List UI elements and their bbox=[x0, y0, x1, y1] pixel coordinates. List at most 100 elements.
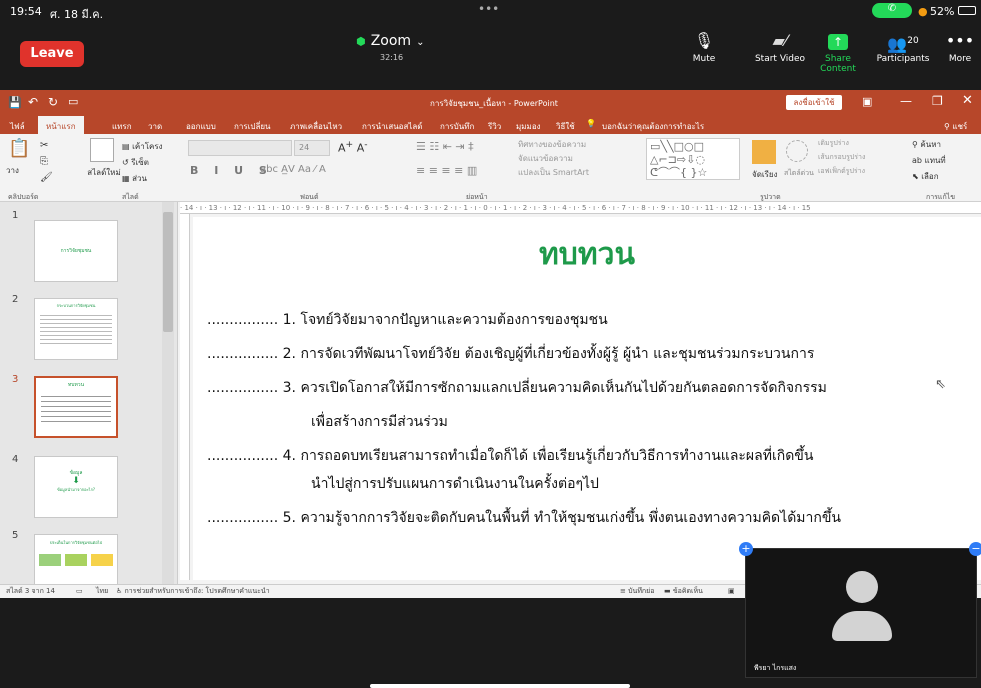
down-arrow-icon: ⬇ bbox=[72, 476, 80, 486]
language-status[interactable]: ไทย bbox=[96, 585, 108, 598]
thumb3-title: ทบทวน bbox=[68, 382, 84, 388]
slide-thumbnail-1[interactable]: การวิจัยชุมชน bbox=[34, 220, 118, 282]
tab-view[interactable]: มุมมอง bbox=[516, 120, 541, 133]
participant-video-tile[interactable]: + − พีรยา ไกรแสง bbox=[739, 542, 981, 678]
more-button[interactable]: ••• More bbox=[940, 28, 980, 64]
quick-styles-icon[interactable] bbox=[786, 140, 808, 162]
slide-canvas[interactable]: ทบทวน ................ 1. โจทย์วิจัยมาจา… bbox=[193, 217, 981, 580]
layout-icon: ▤ bbox=[122, 142, 133, 151]
tab-draw[interactable]: วาด bbox=[148, 120, 162, 133]
align-icons[interactable]: ≡ ≡ ≡ ≡ ▥ bbox=[416, 164, 477, 177]
quick-styles-label[interactable]: สไตล์ด่วน bbox=[784, 168, 814, 179]
thumb-number: 5 bbox=[12, 530, 19, 541]
shape-effects-button[interactable]: เอฟเฟ็กต์รูปร่าง bbox=[818, 166, 865, 177]
share-content-button[interactable]: ↑ Share Content bbox=[806, 28, 870, 74]
replace-button[interactable]: ab แทนที่ bbox=[912, 154, 946, 167]
slide-thumbnail-2[interactable]: กระบวนการวิจัยชุมชน bbox=[34, 298, 118, 360]
mouse-cursor-icon: ⇖ bbox=[935, 377, 946, 392]
window-title: การวิจัยชุมชน_เนื้อหา - PowerPoint bbox=[430, 99, 558, 108]
bullets-icon[interactable]: ☰ ☷ ⇤ ⇥ ‡ bbox=[416, 140, 474, 153]
zoom-title[interactable]: ⬢ Zoom ⌄ bbox=[356, 30, 476, 49]
new-slide-label[interactable]: สไลด์ใหม่ bbox=[84, 166, 124, 179]
normal-view-icon[interactable]: ▣ bbox=[728, 585, 735, 598]
select-button[interactable]: ⬉ เลือก bbox=[912, 170, 939, 183]
powerpoint-window: 💾 ↶ ↻ ▭ การวิจัยชุมชน_เนื้อหา - PowerPoi… bbox=[0, 90, 981, 598]
save-icon[interactable]: 💾 bbox=[8, 96, 22, 109]
format-painter-icon[interactable]: 🖌 bbox=[40, 172, 53, 183]
find-button[interactable]: ⚲ ค้นหา bbox=[912, 138, 941, 151]
sign-in-button[interactable]: ลงชื่อเข้าใช้ bbox=[786, 95, 842, 110]
slide-thumbnail-5[interactable]: ประเด็นในการวิจัยชุมชนต่อไป bbox=[34, 534, 118, 586]
ribbon-home: 📋 วาง ✂ ⎘ 🖌 สไลด์ใหม่ ▤ เค้าโครง ↺ รีเซ็… bbox=[0, 134, 981, 202]
restore-icon[interactable]: ❐ bbox=[932, 94, 943, 108]
tab-transitions[interactable]: การเปลี่ยน bbox=[234, 120, 271, 133]
font-color-icons[interactable]: abc A̲V Aa ⁄ A bbox=[260, 164, 326, 175]
minimize-video-icon[interactable]: − bbox=[969, 542, 981, 556]
more-icon: ••• bbox=[945, 31, 975, 50]
tab-home[interactable]: หน้าแรก bbox=[38, 116, 84, 134]
tab-file[interactable]: ไฟล์ bbox=[10, 120, 25, 133]
new-slide-icon[interactable] bbox=[90, 138, 114, 162]
notes-page-icon[interactable]: ▭ bbox=[76, 585, 83, 598]
dots-icon: ••• bbox=[478, 2, 500, 16]
tab-design[interactable]: ออกแบบ bbox=[186, 120, 216, 133]
tab-insert[interactable]: แทรก bbox=[112, 120, 132, 133]
shapes-gallery[interactable]: ▭╲╲□○□ △⌐⊐⇨⇩◌ ᕦ⌒⌒{ }☆ bbox=[646, 138, 740, 180]
smartart-button[interactable]: แปลงเป็น SmartArt bbox=[518, 166, 589, 179]
leave-button[interactable]: Leave bbox=[20, 41, 84, 67]
cut-icon[interactable]: ✂ bbox=[40, 140, 48, 151]
accessibility-label: การช่วยสำหรับการเข้าถึง: โปรดศึกษาคำแนะน… bbox=[124, 587, 270, 595]
select-label: เลือก bbox=[921, 172, 939, 181]
tell-me-box[interactable]: บอกฉันว่าคุณต้องการทำอะไร bbox=[602, 120, 704, 133]
layout-label: เค้าโครง bbox=[132, 142, 163, 151]
thumb1-text: การวิจัยชุมชน bbox=[60, 248, 92, 254]
section-icon: ▦ bbox=[122, 174, 133, 183]
tab-animations[interactable]: ภาพเคลื่อนไหว bbox=[290, 120, 342, 133]
notes-button[interactable]: ≡ บันทึกย่อ bbox=[620, 585, 654, 598]
tab-record[interactable]: การบันทึก bbox=[440, 120, 474, 133]
layout-button[interactable]: ▤ เค้าโครง bbox=[122, 140, 163, 153]
thumb-scroll-thumb[interactable] bbox=[163, 212, 173, 332]
tab-slideshow[interactable]: การนำเสนอสไลด์ bbox=[362, 120, 423, 133]
undo-icon[interactable]: ↶ bbox=[28, 95, 38, 109]
participants-button[interactable]: 👥20 Participants bbox=[868, 28, 938, 64]
section-button[interactable]: ▦ ส่วน bbox=[122, 172, 147, 185]
shape-outline-button[interactable]: เส้นกรอบรูปร่าง bbox=[818, 152, 865, 163]
font-name-box[interactable] bbox=[188, 140, 292, 156]
slideshow-icon[interactable]: ▭ bbox=[68, 95, 78, 108]
redo-icon[interactable]: ↻ bbox=[48, 95, 58, 109]
align-text-button[interactable]: จัดแนวข้อความ bbox=[518, 152, 573, 165]
comments-button[interactable]: ▬ ข้อคิดเห็น bbox=[664, 585, 703, 598]
arrange-label[interactable]: จัดเรียง bbox=[752, 168, 778, 181]
reset-button[interactable]: ↺ รีเซ็ต bbox=[122, 156, 149, 169]
slide-thumbnail-3[interactable]: ทบทวน bbox=[34, 376, 118, 438]
comments-label: ข้อคิดเห็น bbox=[672, 587, 703, 595]
text-direction-button[interactable]: ทิศทางของข้อความ bbox=[518, 138, 586, 151]
copy-icon[interactable]: ⎘ bbox=[40, 156, 48, 167]
add-icon[interactable]: + bbox=[739, 542, 753, 556]
thumb5-arrows bbox=[39, 554, 113, 566]
paste-icon[interactable]: 📋 bbox=[8, 138, 30, 159]
lightbulb-icon: 💡 bbox=[586, 119, 596, 128]
accessibility-status[interactable]: ♿ การช่วยสำหรับการเข้าถึง: โปรดศึกษาคำแน… bbox=[116, 585, 270, 598]
slide-thumbnail-4[interactable]: ข้อมูล ⬇ ข้อมูลนำมาจากอะไร? bbox=[34, 456, 118, 518]
paste-label[interactable]: วาง bbox=[6, 164, 19, 177]
shape-fill-button[interactable]: เติมรูปร่าง bbox=[818, 138, 849, 149]
tab-help[interactable]: วิธีใช้ bbox=[556, 120, 575, 133]
tab-review[interactable]: รีวิว bbox=[488, 120, 501, 133]
minimize-icon[interactable]: — bbox=[900, 94, 912, 108]
mute-button[interactable]: 🎙 Mute bbox=[672, 28, 736, 64]
ribbon-display-icon[interactable]: ▣ bbox=[862, 95, 872, 108]
thumb-number: 4 bbox=[12, 454, 19, 465]
close-icon[interactable]: ✕ bbox=[962, 93, 973, 108]
reset-icon: ↺ bbox=[122, 158, 132, 167]
grow-font-icon[interactable]: A+ A- bbox=[338, 139, 368, 155]
arrange-icon[interactable] bbox=[752, 140, 776, 164]
home-indicator[interactable] bbox=[370, 684, 630, 688]
ppt-title-bar: 💾 ↶ ↻ ▭ การวิจัยชุมชน_เนื้อหา - PowerPoi… bbox=[0, 90, 981, 116]
share-button[interactable]: ⚲ แชร์ bbox=[944, 120, 967, 133]
font-size-box[interactable]: 24 bbox=[294, 140, 330, 156]
slide-line-1: ................ 1. โจทย์วิจัยมาจากปัญหา… bbox=[207, 312, 608, 328]
thumb5-title: ประเด็นในการวิจัยชุมชนต่อไป bbox=[49, 540, 103, 545]
phone-call-icon[interactable]: ✆ bbox=[872, 3, 912, 18]
